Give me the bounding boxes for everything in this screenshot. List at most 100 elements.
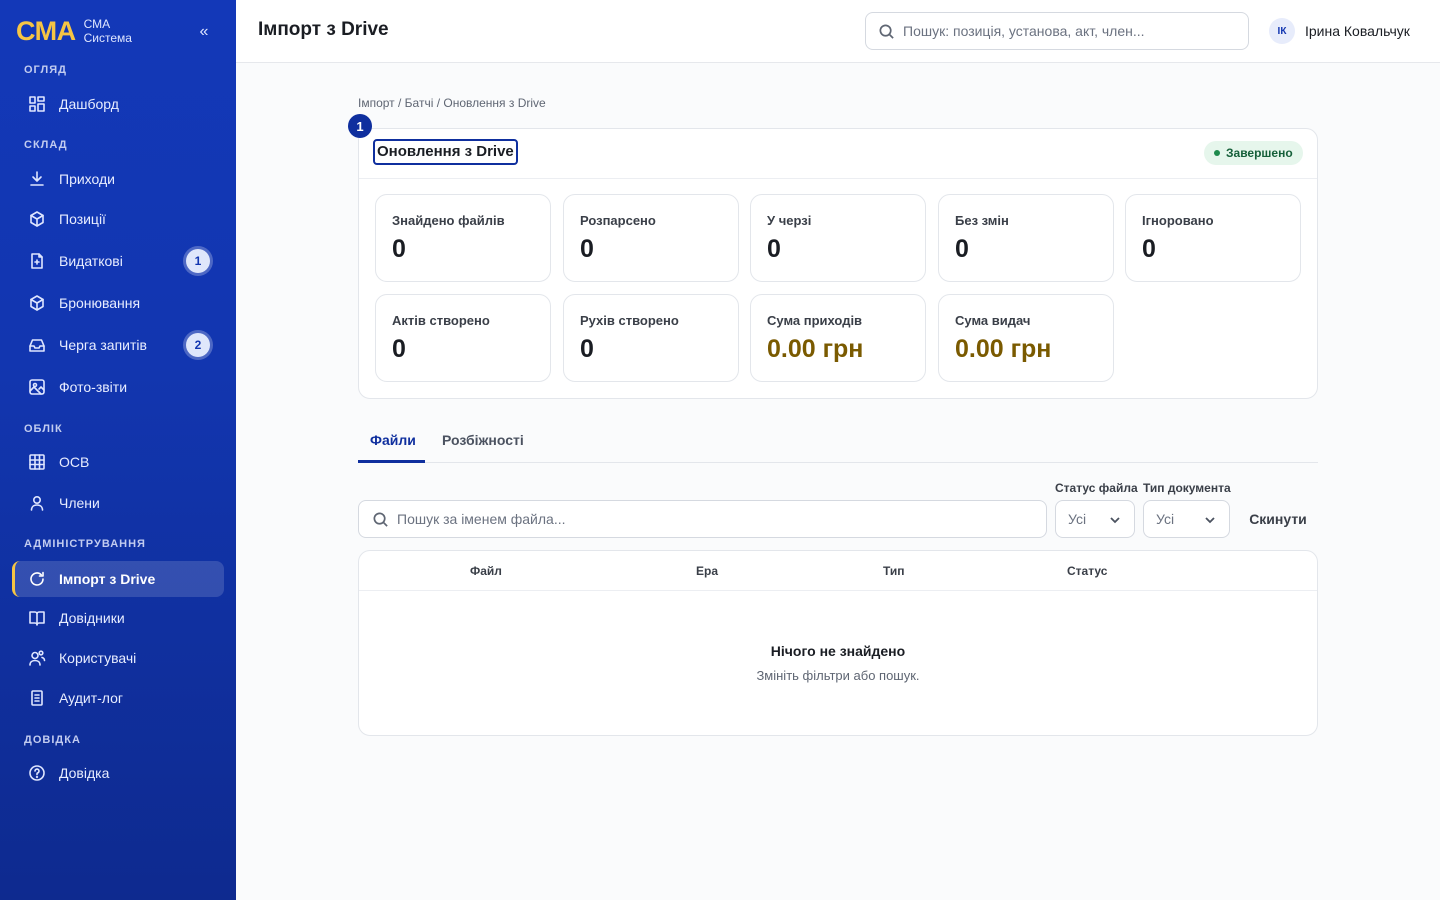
sidebar-item-request-queue[interactable]: Черга запитів 2 <box>12 327 224 363</box>
status-badge: Завершено <box>1204 141 1303 165</box>
page-title: Імпорт з Drive <box>258 19 389 40</box>
collapse-sidebar-button[interactable]: « <box>196 22 212 42</box>
dashboard-icon <box>28 95 46 113</box>
tab-discrepancies[interactable]: Розбіжності <box>442 432 524 448</box>
count-badge: 2 <box>186 333 210 357</box>
stat-acts-created: Актів створено 0 <box>375 294 551 382</box>
sidebar-item-positions[interactable]: Позиції <box>12 201 224 237</box>
brand-line-2: Система <box>83 31 132 45</box>
sidebar-item-help[interactable]: Довідка <box>12 755 224 791</box>
file-status-label: Статус файла <box>1055 481 1138 495</box>
brand-line-1: СМА <box>83 17 111 31</box>
global-search-input[interactable] <box>903 23 1233 39</box>
sidebar-item-label: Імпорт з Drive <box>59 571 156 587</box>
stat-receipts-sum: Сума приходів 0.00 грн <box>750 294 926 382</box>
sidebar-item-label: Позиції <box>59 211 106 227</box>
sidebar-item-osv[interactable]: ОСВ <box>12 444 224 480</box>
doc-type-value: Усі <box>1156 511 1175 527</box>
sidebar-item-reservations[interactable]: Бронювання <box>12 285 224 321</box>
chevron-down-icon <box>1110 517 1120 524</box>
sidebar-item-photo-reports[interactable]: Фото-звіти <box>12 369 224 405</box>
users-icon <box>28 649 46 667</box>
stat-label: Рухів створено <box>580 313 679 328</box>
sidebar-item-label: Дашборд <box>59 96 119 112</box>
active-tab-indicator <box>358 460 425 463</box>
sidebar-item-label: Члени <box>59 495 100 511</box>
file-search-input[interactable] <box>397 511 997 527</box>
stat-label: Знайдено файлів <box>392 213 505 228</box>
section-title-warehouse: СКЛАД <box>24 139 68 151</box>
file-search[interactable] <box>358 500 1047 538</box>
file-status-select[interactable]: Усі <box>1055 500 1135 538</box>
sidebar-item-receipts[interactable]: Приходи <box>12 161 224 197</box>
sidebar-item-audit-log[interactable]: Аудит-лог <box>12 680 224 716</box>
brand-logo: СМА <box>16 16 76 46</box>
sidebar-item-members[interactable]: Члени <box>12 485 224 521</box>
sidebar-item-users[interactable]: Користувачі <box>12 640 224 676</box>
section-title-help: ДОВІДКА <box>24 734 81 746</box>
stat-label: Розпарсено <box>580 213 656 228</box>
stat-queued: У черзі 0 <box>750 194 926 282</box>
sidebar-item-label: Черга запитів <box>59 337 147 353</box>
column-header-era[interactable]: Ера <box>696 564 718 578</box>
book-icon <box>28 609 46 627</box>
sidebar-item-label: Бронювання <box>59 295 141 311</box>
step-marker: 1 <box>348 114 372 138</box>
sidebar-item-dashboard[interactable]: Дашборд <box>12 86 224 122</box>
section-title-overview: ОГЛЯД <box>24 64 67 76</box>
document-icon <box>28 252 46 270</box>
column-header-status[interactable]: Статус <box>1067 564 1107 578</box>
stat-label: У черзі <box>767 213 812 228</box>
sidebar-item-label: Аудит-лог <box>59 690 123 706</box>
tabs: Файли Розбіжності <box>358 424 1318 463</box>
sidebar-item-directories[interactable]: Довідники <box>12 600 224 636</box>
sidebar-item-label: Довідники <box>59 610 125 626</box>
batch-card-header: Оновлення з Drive Завершено <box>359 129 1317 179</box>
stat-label: Сума видач <box>955 313 1031 328</box>
refresh-icon <box>28 570 46 588</box>
stat-movements-created: Рухів створено 0 <box>563 294 739 382</box>
user-name[interactable]: Ірина Ковальчук <box>1305 23 1410 39</box>
stat-label: Актів створено <box>392 313 490 328</box>
empty-state-subtitle: Змініть фільтри або пошук. <box>756 668 920 683</box>
section-title-accounting: ОБЛІК <box>24 423 63 435</box>
section-title-administration: АДМІНІСТРУВАННЯ <box>24 538 146 550</box>
download-icon <box>28 170 46 188</box>
chevron-down-icon <box>1205 517 1215 524</box>
table-icon <box>28 453 46 471</box>
stat-label: Сума приходів <box>767 313 863 328</box>
user-icon <box>28 494 46 512</box>
count-badge: 1 <box>186 249 210 273</box>
status-label: Завершено <box>1226 146 1293 160</box>
column-header-file[interactable]: Файл <box>470 564 502 578</box>
log-icon <box>28 689 46 707</box>
stat-value: 0 <box>580 235 594 263</box>
brand[interactable]: СМА СМА Система <box>16 16 132 46</box>
avatar[interactable]: ІК <box>1269 18 1295 44</box>
stat-label: Без змін <box>955 213 1009 228</box>
box-icon <box>28 210 46 228</box>
reset-filters-button[interactable]: Скинути <box>1240 500 1316 538</box>
sidebar-item-drive-import[interactable]: Імпорт з Drive <box>12 561 224 597</box>
batch-title[interactable]: Оновлення з Drive <box>373 139 518 165</box>
stat-value: 0 <box>392 335 406 363</box>
stat-label: Ігноровано <box>1142 213 1214 228</box>
column-header-type[interactable]: Тип <box>883 564 905 578</box>
doc-type-select[interactable]: Усі <box>1143 500 1230 538</box>
global-search[interactable] <box>865 12 1249 50</box>
stat-unchanged: Без змін 0 <box>938 194 1114 282</box>
empty-state-title: Нічого не знайдено <box>770 643 906 659</box>
file-status-value: Усі <box>1068 511 1087 527</box>
stat-ignored: Ігноровано 0 <box>1125 194 1301 282</box>
sidebar-item-expenses[interactable]: Видаткові 1 <box>12 243 224 279</box>
brand-subtitle: СМА Система <box>84 17 132 45</box>
stat-files-found: Знайдено файлів 0 <box>375 194 551 282</box>
stat-parsed: Розпарсено 0 <box>563 194 739 282</box>
box-icon <box>28 294 46 312</box>
search-icon <box>879 24 894 39</box>
breadcrumb[interactable]: Імпорт / Батчі / Оновлення з Drive <box>358 96 546 110</box>
sidebar-item-label: ОСВ <box>59 454 90 470</box>
stat-issues-sum: Сума видач 0.00 грн <box>938 294 1114 382</box>
inbox-icon <box>28 336 46 354</box>
tab-files[interactable]: Файли <box>370 432 416 448</box>
